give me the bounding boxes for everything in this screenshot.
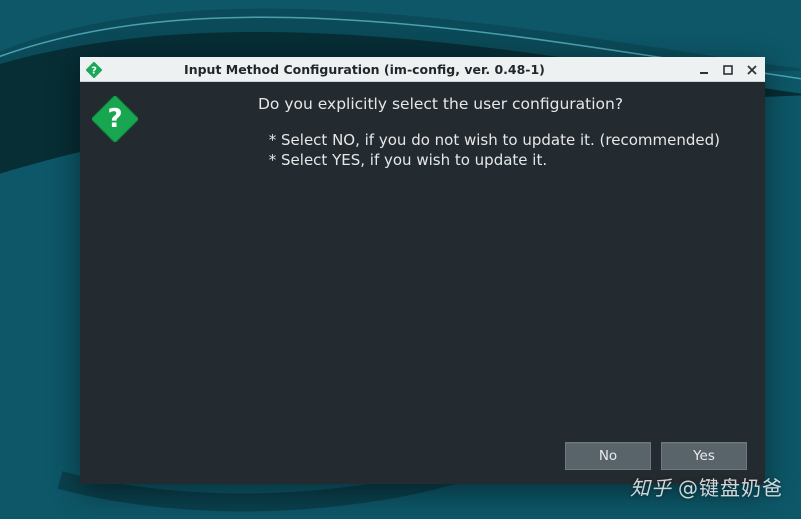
svg-text:?: ?	[91, 65, 97, 76]
dialog-bullet: * Select NO, if you do not wish to updat…	[264, 130, 747, 150]
titlebar[interactable]: ? Input Method Configuration (im-config,…	[80, 57, 765, 82]
maximize-button[interactable]	[721, 63, 735, 77]
dialog-window: ? Input Method Configuration (im-config,…	[80, 57, 765, 484]
question-icon: ?	[92, 96, 138, 142]
dialog-message: * Select NO, if you do not wish to updat…	[158, 130, 747, 171]
yes-button[interactable]: Yes	[661, 442, 747, 470]
minimize-button[interactable]	[697, 63, 711, 77]
svg-text:?: ?	[107, 104, 122, 134]
dialog-question: Do you explicitly select the user config…	[158, 94, 747, 114]
desktop-background: ? Input Method Configuration (im-config,…	[0, 0, 801, 519]
close-button[interactable]	[745, 63, 759, 77]
dialog-bullet: * Select YES, if you wish to update it.	[264, 150, 747, 170]
no-button[interactable]: No	[565, 442, 651, 470]
dialog-body: ? Do you explicitly select the user conf…	[80, 82, 765, 484]
help-icon: ?	[86, 62, 102, 78]
window-title: Input Method Configuration (im-config, v…	[184, 62, 545, 77]
